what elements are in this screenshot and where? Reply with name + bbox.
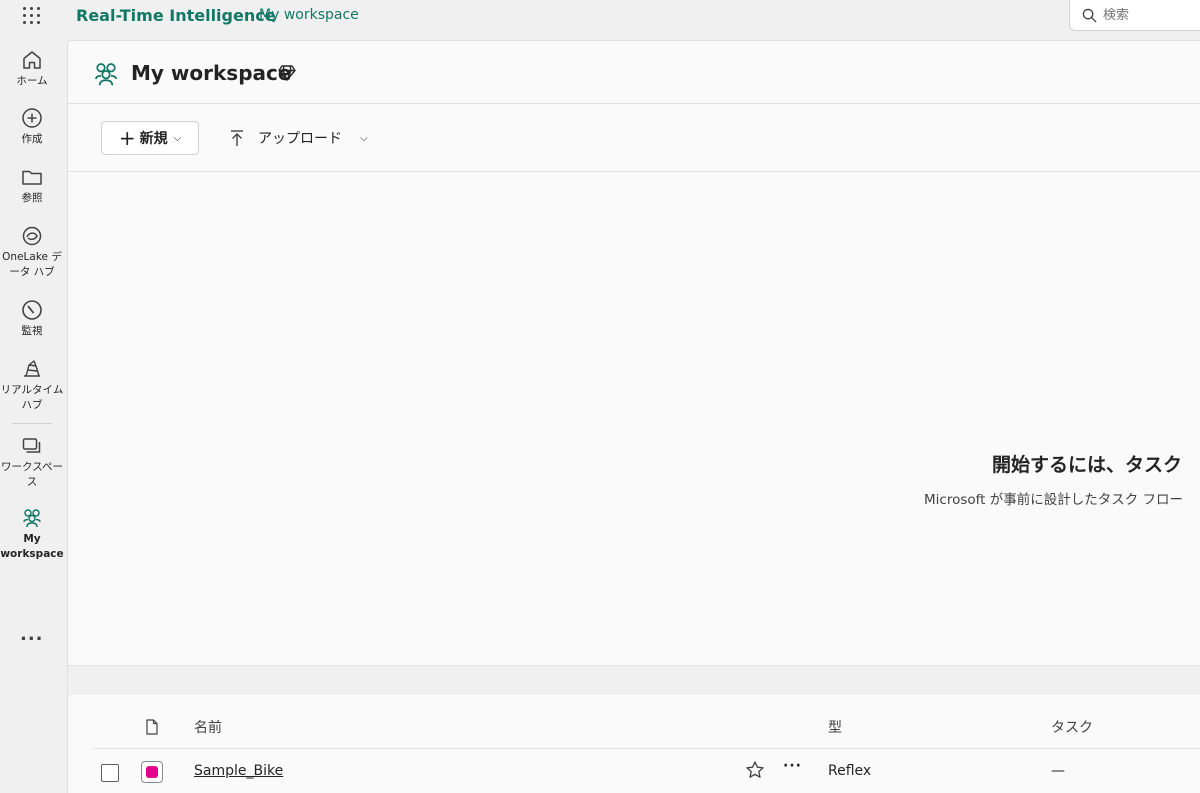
nav-item-label: 作成: [21, 133, 43, 145]
nav-divider: [12, 423, 52, 424]
nav-item-label: リアルタイム ハブ: [0, 384, 64, 411]
workspace-toolbar: + 新規 ⌵ アップロード ⌵: [68, 104, 1200, 172]
more-icon[interactable]: ...: [20, 624, 44, 645]
nav-item-label: 参照: [21, 192, 43, 204]
section-separator: [68, 665, 1200, 695]
onelake-icon: [22, 226, 42, 246]
nav-item-browse[interactable]: 参照: [0, 165, 64, 206]
plus-icon: +: [118, 126, 136, 150]
realtime-hub-icon: [24, 360, 40, 377]
column-header-task[interactable]: タスク: [1051, 717, 1093, 737]
workspace-icon: [95, 63, 117, 86]
item-type: Reflex: [828, 763, 872, 779]
table-header: 名前 型 タスク: [93, 695, 1200, 749]
row-select-checkbox[interactable]: [101, 764, 119, 782]
nav-item-label: ホーム: [16, 75, 48, 87]
new-button-label: 新規: [139, 131, 168, 147]
nav-item-label: My workspace: [0, 533, 64, 560]
items-table: 名前 型 タスク Sample_Bike ··· Reflex —: [93, 695, 1200, 793]
nav-item-home[interactable]: ホーム: [0, 48, 64, 89]
empty-state: 開始するには、タスク Microsoft が事前に設計したタスク フロー: [68, 172, 1200, 665]
left-navigation: ホーム 作成 参照 OneLake データ ハブ 監視 リアルタイム ハブ ワー…: [0, 32, 64, 793]
column-header-type[interactable]: 型: [828, 717, 842, 737]
workspaces-icon: [22, 438, 41, 453]
chevron-down-icon: ⌵: [360, 132, 368, 144]
nav-item-label: OneLake データ ハブ: [2, 251, 62, 278]
folder-icon: [22, 170, 42, 185]
nav-item-label: 監視: [21, 325, 43, 337]
table-row[interactable]: Sample_Bike ··· Reflex —: [93, 750, 1200, 793]
nav-item-onelake[interactable]: OneLake データ ハブ: [0, 224, 64, 280]
column-header-name[interactable]: 名前: [194, 717, 222, 737]
search-icon: [1082, 8, 1097, 23]
upload-button[interactable]: アップロード ⌵: [228, 121, 368, 155]
breadcrumb-workspace[interactable]: My workspace: [259, 7, 359, 23]
upload-button-label: アップロード: [258, 131, 342, 147]
app-launcher-icon[interactable]: [21, 5, 43, 27]
nav-item-label: ワークスペース: [1, 461, 63, 488]
nav-item-realtime-hub[interactable]: リアルタイム ハブ: [0, 357, 64, 413]
file-type-icon: [146, 719, 158, 735]
nav-item-workspaces[interactable]: ワークスペース: [0, 434, 64, 490]
reflex-item-icon: [141, 761, 163, 783]
main-panel: My workspace + 新規 ⌵ アップロード ⌵ 開始するには、タスク …: [67, 40, 1200, 793]
premium-diamond-icon[interactable]: [277, 63, 297, 83]
empty-state-description: Microsoft が事前に設計したタスク フロー: [924, 492, 1184, 508]
more-options-icon[interactable]: ···: [783, 758, 802, 774]
item-task: —: [1051, 763, 1065, 779]
home-icon: [23, 51, 41, 69]
nav-item-monitor[interactable]: 監視: [0, 298, 64, 339]
empty-state-title: 開始するには、タスク: [992, 454, 1183, 476]
top-bar: Real-Time Intelligence My workspace: [0, 0, 1200, 32]
workspace-header: My workspace: [68, 41, 1200, 104]
chevron-down-icon: ⌵: [173, 132, 182, 144]
app-title[interactable]: Real-Time Intelligence: [76, 6, 276, 25]
favorite-star-icon[interactable]: [745, 760, 765, 780]
page-title: My workspace: [131, 61, 292, 85]
search-input[interactable]: [1103, 7, 1193, 23]
nav-item-create[interactable]: 作成: [0, 106, 64, 147]
item-name-link[interactable]: Sample_Bike: [194, 763, 283, 779]
monitor-icon: [22, 300, 42, 320]
upload-icon: [231, 130, 243, 146]
search-box[interactable]: [1069, 0, 1200, 31]
create-icon: [22, 108, 42, 128]
my-workspace-icon: [23, 509, 41, 528]
new-item-button[interactable]: + 新規 ⌵: [101, 121, 199, 155]
nav-item-my-workspace[interactable]: My workspace: [0, 506, 64, 562]
